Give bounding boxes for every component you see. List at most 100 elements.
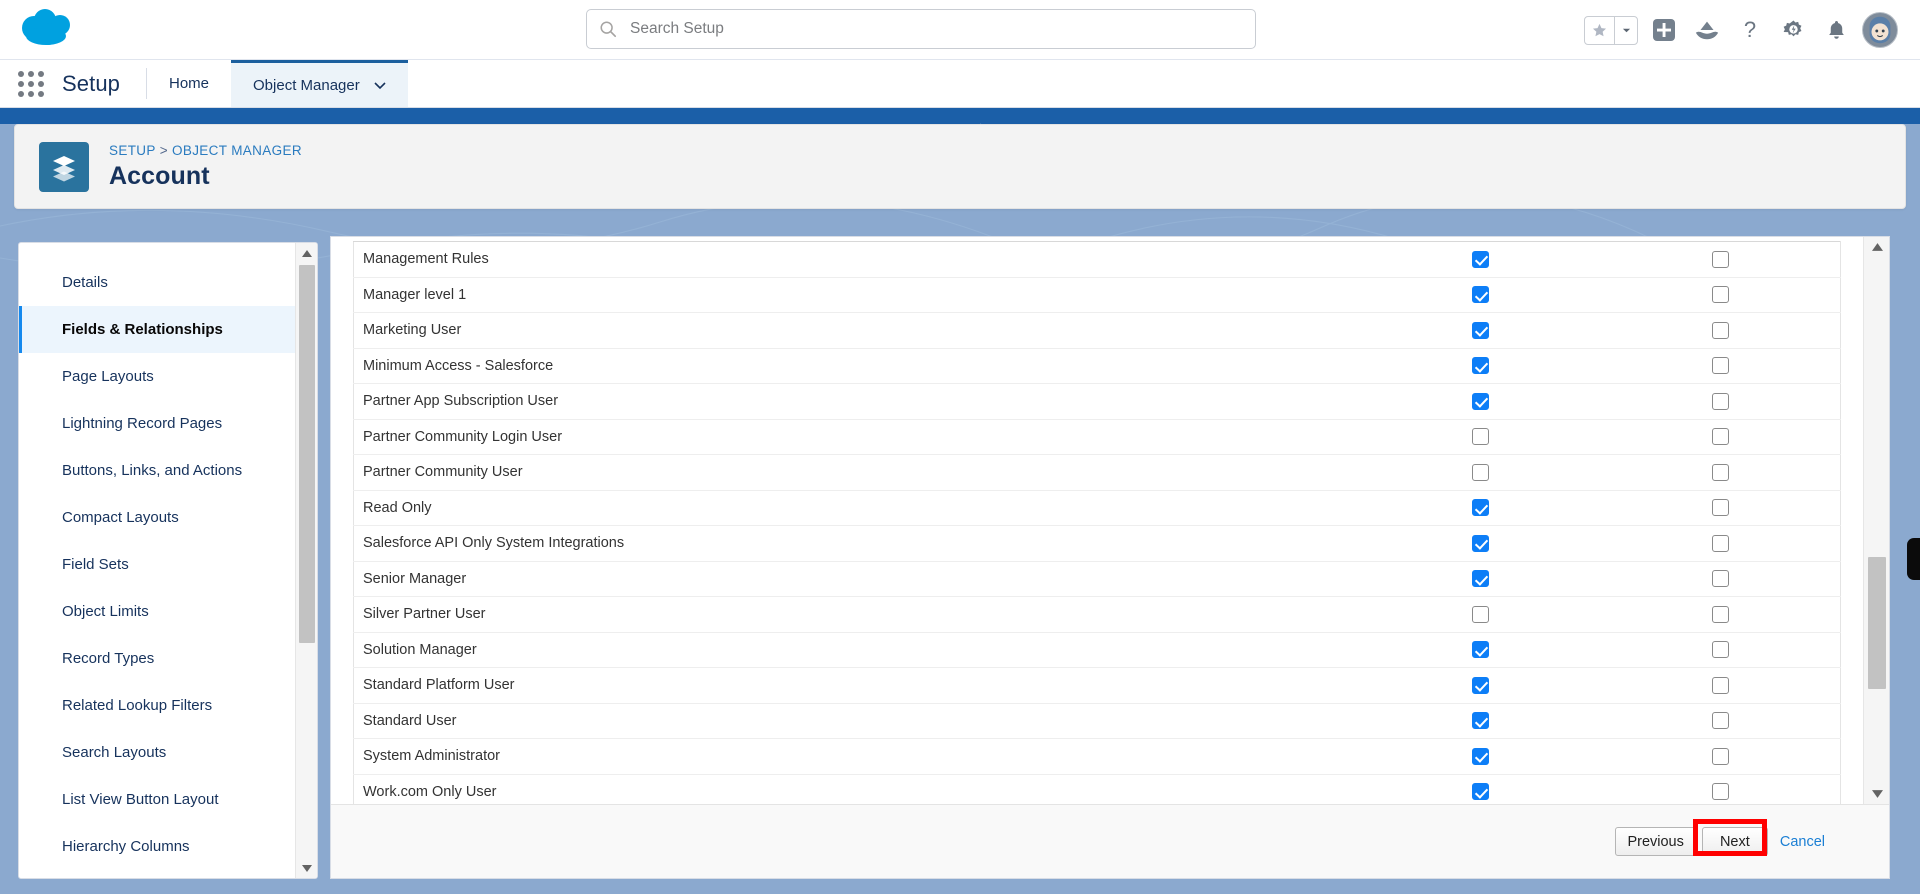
read-only-checkbox[interactable] xyxy=(1711,463,1729,481)
read-only-checkbox[interactable] xyxy=(1711,641,1729,659)
read-only-checkbox[interactable] xyxy=(1711,676,1729,694)
sidebar-item-related-lookup-filters[interactable]: Related Lookup Filters xyxy=(19,682,295,729)
visible-checkbox[interactable] xyxy=(1472,605,1489,623)
visible-checkbox[interactable] xyxy=(1472,286,1489,304)
previous-button[interactable]: Previous xyxy=(1615,827,1696,856)
read-only-cell xyxy=(1600,454,1841,491)
collapsed-panel-handle[interactable] xyxy=(1907,538,1920,580)
content-scroll-down-arrow-icon[interactable] xyxy=(1864,784,1889,804)
cancel-link[interactable]: Cancel xyxy=(1780,834,1825,850)
read-only-checkbox[interactable] xyxy=(1711,428,1729,446)
read-only-checkbox[interactable] xyxy=(1711,499,1729,517)
visible-checkbox[interactable] xyxy=(1472,712,1489,730)
help-icon[interactable]: ? xyxy=(1733,13,1767,47)
user-avatar[interactable] xyxy=(1862,12,1898,48)
favorites-star-icon[interactable] xyxy=(1585,17,1614,44)
sidebar-item-list-view-button-layout[interactable]: List View Button Layout xyxy=(19,776,295,823)
scroll-up-arrow-icon[interactable] xyxy=(296,243,317,263)
chevron-down-icon[interactable] xyxy=(374,77,386,94)
global-create-icon[interactable] xyxy=(1647,13,1681,47)
favorites-group[interactable] xyxy=(1584,15,1638,45)
sidebar-item-fields-relationships[interactable]: Fields & Relationships xyxy=(19,306,295,353)
sidebar-scrollbar[interactable] xyxy=(295,243,317,878)
app-launcher-icon[interactable] xyxy=(0,60,62,107)
read-only-checkbox[interactable] xyxy=(1711,747,1729,765)
profile-name-cell: Senior Manager xyxy=(353,561,1191,597)
sidebar-item-record-types[interactable]: Record Types xyxy=(19,635,295,682)
tab-object-manager[interactable]: Object Manager xyxy=(231,60,408,107)
visible-checkbox[interactable] xyxy=(1472,747,1489,765)
page-title: Account xyxy=(109,161,210,190)
visible-checkbox[interactable] xyxy=(1472,641,1489,659)
read-only-checkbox[interactable] xyxy=(1711,570,1729,588)
read-only-checkbox[interactable] xyxy=(1711,321,1729,339)
visible-checkbox[interactable] xyxy=(1472,250,1489,268)
visible-checkbox[interactable] xyxy=(1472,392,1489,410)
setup-title: Setup xyxy=(62,70,120,96)
read-only-checkbox[interactable] xyxy=(1711,392,1729,410)
visible-cell xyxy=(1360,525,1601,562)
visible-checkbox[interactable] xyxy=(1472,676,1489,694)
sidebar-item-search-layouts[interactable]: Search Layouts xyxy=(19,729,295,776)
profile-name-cell: Read Only xyxy=(353,490,1191,526)
spacer-cell xyxy=(1190,525,1361,562)
search-input[interactable] xyxy=(630,20,1243,38)
breadcrumb-object-manager-link[interactable]: OBJECT MANAGER xyxy=(172,143,302,158)
read-only-checkbox[interactable] xyxy=(1711,712,1729,730)
profile-name-cell: Solution Manager xyxy=(353,632,1191,668)
read-only-checkbox[interactable] xyxy=(1711,357,1729,375)
read-only-checkbox[interactable] xyxy=(1711,534,1729,552)
content-scroll-thumb[interactable] xyxy=(1868,557,1886,689)
read-only-checkbox[interactable] xyxy=(1711,286,1729,304)
read-only-cell xyxy=(1600,241,1841,278)
setup-gear-icon[interactable] xyxy=(1776,13,1810,47)
read-only-checkbox[interactable] xyxy=(1711,605,1729,623)
sidebar-item-compact-layouts[interactable]: Compact Layouts xyxy=(19,494,295,541)
search-box[interactable] xyxy=(586,9,1256,49)
salesforce-cloud-logo[interactable] xyxy=(18,6,84,52)
profile-name-cell: Standard User xyxy=(353,703,1191,739)
read-only-cell xyxy=(1600,525,1841,562)
visible-cell xyxy=(1360,667,1601,704)
read-only-cell xyxy=(1600,561,1841,597)
visible-checkbox[interactable] xyxy=(1472,428,1489,446)
visible-checkbox[interactable] xyxy=(1472,499,1489,517)
sidebar-item-label: Compact Layouts xyxy=(62,509,179,526)
field-level-security-panel: Management Rules Manager level 1 Marketing… xyxy=(330,236,1890,879)
favorites-dropdown-icon[interactable] xyxy=(1614,16,1637,44)
profile-name-cell: Marketing User xyxy=(353,312,1191,349)
sidebar-item-field-sets[interactable]: Field Sets xyxy=(19,541,295,588)
table-scroll-region: Management Rules Manager level 1 Marketing… xyxy=(331,237,1863,804)
spacer-cell xyxy=(1190,667,1361,704)
sidebar-scroll-thumb[interactable] xyxy=(299,265,315,643)
visible-checkbox[interactable] xyxy=(1472,357,1489,375)
einstein-icon[interactable] xyxy=(1690,13,1724,47)
panel-footer: Previous Next Cancel xyxy=(331,804,1889,878)
content-scroll-up-arrow-icon[interactable] xyxy=(1864,237,1889,257)
sidebar-item-page-layouts[interactable]: Page Layouts xyxy=(19,353,295,400)
visible-checkbox[interactable] xyxy=(1472,321,1489,339)
spacer-cell xyxy=(1190,312,1361,349)
spacer-cell xyxy=(1190,596,1361,633)
read-only-checkbox[interactable] xyxy=(1711,783,1729,801)
visible-checkbox[interactable] xyxy=(1472,463,1489,481)
spacer-cell xyxy=(1190,383,1361,420)
content-scrollbar[interactable] xyxy=(1863,237,1889,804)
next-button[interactable]: Next xyxy=(1701,827,1768,856)
visible-checkbox[interactable] xyxy=(1472,534,1489,552)
scroll-down-arrow-icon[interactable] xyxy=(296,858,317,878)
tab-home[interactable]: Home xyxy=(147,60,231,107)
sidebar-item-label: Field Sets xyxy=(62,556,129,573)
visible-checkbox[interactable] xyxy=(1472,570,1489,588)
read-only-checkbox[interactable] xyxy=(1711,250,1729,268)
sidebar-item-lightning-record-pages[interactable]: Lightning Record Pages xyxy=(19,400,295,447)
sidebar-item-object-limits[interactable]: Object Limits xyxy=(19,588,295,635)
sidebar-item-hierarchy-columns[interactable]: Hierarchy Columns xyxy=(19,823,295,870)
sidebar-item-buttons-links-and-actions[interactable]: Buttons, Links, and Actions xyxy=(19,447,295,494)
sidebar-item-details[interactable]: Details xyxy=(19,259,295,306)
notifications-bell-icon[interactable] xyxy=(1819,13,1853,47)
visible-checkbox[interactable] xyxy=(1472,783,1489,801)
breadcrumb-setup-link[interactable]: SETUP xyxy=(109,143,156,158)
read-only-cell xyxy=(1600,419,1841,455)
table-row: Senior Manager xyxy=(353,561,1841,597)
